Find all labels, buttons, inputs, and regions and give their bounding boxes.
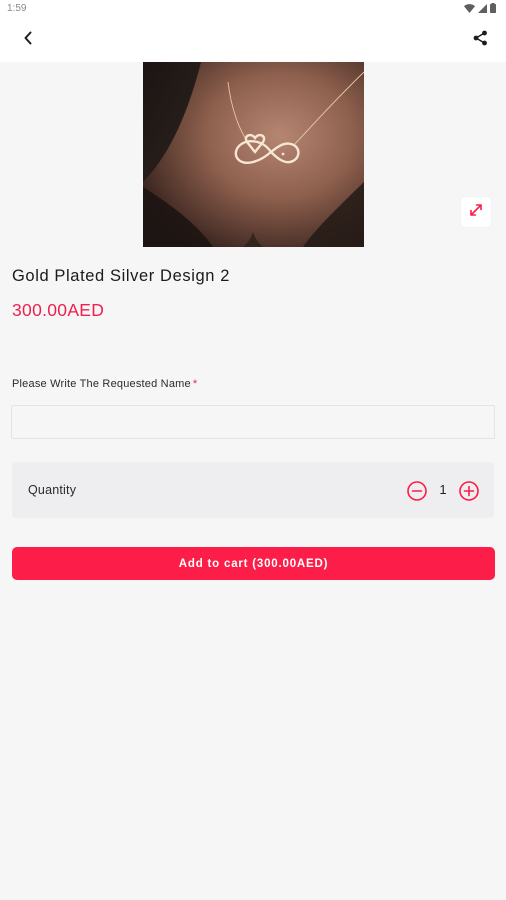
status-time: 1:59 (7, 3, 27, 14)
quantity-increase-button[interactable] (458, 480, 480, 502)
plus-circle-icon (458, 481, 480, 506)
status-bar: 1:59 (0, 0, 506, 18)
add-to-cart-button[interactable]: Add to cart (300.00AED) (12, 547, 495, 580)
app-bar (0, 18, 506, 62)
chevron-left-icon (23, 31, 33, 50)
minus-circle-icon (406, 481, 428, 506)
share-icon (473, 30, 488, 51)
requested-name-input[interactable] (11, 405, 495, 439)
product-image[interactable] (143, 62, 364, 247)
back-button[interactable] (14, 28, 42, 52)
status-icons (464, 3, 496, 13)
quantity-box: Quantity 1 (12, 462, 494, 518)
expand-image-button[interactable] (461, 197, 491, 227)
required-mark: * (192, 378, 198, 390)
requested-name-label: Please Write The Requested Name * (12, 378, 197, 390)
quantity-value: 1 (439, 482, 447, 497)
quantity-decrease-button[interactable] (406, 480, 428, 502)
requested-name-label-text: Please Write The Requested Name (12, 378, 191, 390)
necklace-photo (143, 62, 364, 247)
product-title: Gold Plated Silver Design 2 (12, 267, 230, 285)
expand-arrows-icon (469, 203, 483, 222)
battery-icon (490, 3, 496, 13)
quantity-label: Quantity (28, 483, 77, 497)
share-button[interactable] (466, 28, 494, 52)
product-price: 300.00AED (12, 300, 105, 320)
wifi-icon (464, 3, 475, 13)
signal-icon (478, 3, 487, 13)
